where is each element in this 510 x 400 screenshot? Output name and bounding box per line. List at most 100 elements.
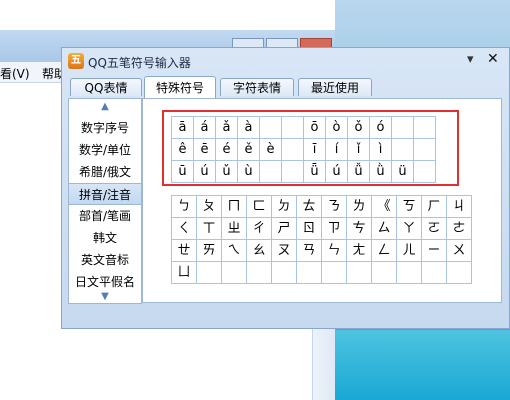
symbol-cell[interactable]: ㄧ bbox=[422, 240, 447, 262]
symbol-cell[interactable]: ㄩ bbox=[172, 262, 197, 284]
symbol-cell[interactable]: ㄖ bbox=[297, 218, 322, 240]
symbol-cell[interactable]: ㄣ bbox=[322, 240, 347, 262]
symbol-cell[interactable]: ī bbox=[304, 139, 326, 161]
symbol-cell[interactable]: ǜ bbox=[370, 161, 392, 183]
symbol-cell[interactable]: ó bbox=[370, 117, 392, 139]
symbol-cell[interactable]: ㄈ bbox=[247, 196, 272, 218]
symbol-cell[interactable]: ㄤ bbox=[347, 240, 372, 262]
symbol-cell[interactable] bbox=[197, 262, 222, 284]
symbol-cell[interactable]: ㄟ bbox=[222, 240, 247, 262]
symbol-cell[interactable]: ǒ bbox=[348, 117, 370, 139]
dialog-titlebar[interactable]: 五 QQ五笔符号输入器 ▾ ✕ bbox=[62, 48, 509, 74]
symbol-cell[interactable]: ú bbox=[326, 161, 348, 183]
symbol-cell[interactable]: à bbox=[238, 117, 260, 139]
symbol-cell[interactable] bbox=[397, 262, 422, 284]
symbol-cell[interactable]: ì bbox=[370, 139, 392, 161]
tab-qq-emoji[interactable]: QQ表情 bbox=[70, 78, 142, 96]
symbol-cell[interactable] bbox=[347, 262, 372, 284]
symbol-cell[interactable] bbox=[260, 161, 282, 183]
symbol-cell[interactable] bbox=[282, 139, 304, 161]
symbol-cell[interactable]: í bbox=[326, 139, 348, 161]
symbol-cell[interactable] bbox=[260, 117, 282, 139]
symbol-cell[interactable]: ㄉ bbox=[272, 196, 297, 218]
symbol-cell[interactable] bbox=[392, 117, 414, 139]
symbol-cell[interactable] bbox=[297, 262, 322, 284]
symbol-cell[interactable]: ㄎ bbox=[397, 196, 422, 218]
symbol-cell[interactable]: ㄅ bbox=[172, 196, 197, 218]
category-item[interactable]: 日文平假名 bbox=[69, 271, 141, 293]
symbol-cell[interactable]: ㄜ bbox=[447, 218, 472, 240]
symbol-cell[interactable]: ㄕ bbox=[272, 218, 297, 240]
scroll-down-icon[interactable]: ▼ bbox=[69, 291, 141, 302]
symbol-cell[interactable] bbox=[222, 262, 247, 284]
symbol-cell[interactable]: ㄇ bbox=[222, 196, 247, 218]
symbol-cell[interactable]: ǖ bbox=[304, 161, 326, 183]
symbol-cell[interactable] bbox=[282, 117, 304, 139]
symbol-cell[interactable]: ㄐ bbox=[447, 196, 472, 218]
symbol-cell[interactable]: ㄔ bbox=[247, 218, 272, 240]
symbol-cell[interactable]: ㄙ bbox=[372, 218, 397, 240]
category-item[interactable]: 数字序号 bbox=[69, 117, 141, 139]
symbol-cell[interactable] bbox=[322, 262, 347, 284]
symbol-cell[interactable]: ㄦ bbox=[397, 240, 422, 262]
symbol-cell[interactable]: ㄏ bbox=[422, 196, 447, 218]
symbol-cell[interactable] bbox=[272, 262, 297, 284]
symbol-cell[interactable]: ㄛ bbox=[422, 218, 447, 240]
symbol-cell[interactable] bbox=[414, 161, 436, 183]
symbol-cell[interactable]: ㄡ bbox=[272, 240, 297, 262]
symbol-cell[interactable]: ǔ bbox=[216, 161, 238, 183]
symbol-cell[interactable]: ㄞ bbox=[197, 240, 222, 262]
pin-icon[interactable]: ▾ bbox=[467, 52, 474, 67]
symbol-cell[interactable]: 《 bbox=[372, 196, 397, 218]
symbol-cell[interactable] bbox=[392, 139, 414, 161]
symbol-cell[interactable]: ㄝ bbox=[172, 240, 197, 262]
symbol-cell[interactable] bbox=[414, 139, 436, 161]
symbol-cell[interactable]: ㄚ bbox=[397, 218, 422, 240]
tab-special-symbols[interactable]: 特殊符号 bbox=[144, 76, 216, 98]
category-item[interactable]: 希腊/俄文 bbox=[69, 161, 141, 183]
tab-recent[interactable]: 最近使用 bbox=[298, 78, 372, 96]
category-item[interactable]: 数学/单位 bbox=[69, 139, 141, 161]
symbol-cell[interactable] bbox=[247, 262, 272, 284]
symbol-cell[interactable]: ㄢ bbox=[297, 240, 322, 262]
tab-char-emoticons[interactable]: 字符表情 bbox=[220, 78, 294, 96]
symbol-cell[interactable]: é bbox=[216, 139, 238, 161]
symbol-cell[interactable]: ō bbox=[304, 117, 326, 139]
symbol-cell[interactable]: ㄨ bbox=[447, 240, 472, 262]
symbol-cell[interactable]: ě bbox=[238, 139, 260, 161]
symbol-cell[interactable]: ㄥ bbox=[372, 240, 397, 262]
symbol-cell[interactable]: ê bbox=[172, 139, 194, 161]
scroll-up-icon[interactable]: ▲ bbox=[69, 101, 141, 112]
symbol-cell[interactable] bbox=[414, 117, 436, 139]
symbol-cell[interactable]: ǐ bbox=[348, 139, 370, 161]
category-item[interactable]: 英文音标 bbox=[69, 249, 141, 271]
symbol-cell[interactable]: ā bbox=[172, 117, 194, 139]
symbol-cell[interactable]: ü bbox=[392, 161, 414, 183]
symbol-cell[interactable]: ㄊ bbox=[297, 196, 322, 218]
symbol-cell[interactable]: ㄘ bbox=[347, 218, 372, 240]
symbol-cell[interactable] bbox=[422, 262, 447, 284]
symbol-cell[interactable]: ù bbox=[238, 161, 260, 183]
symbol-cell[interactable] bbox=[447, 262, 472, 284]
symbol-cell[interactable]: ū bbox=[172, 161, 194, 183]
symbol-cell[interactable]: ㄌ bbox=[347, 196, 372, 218]
menu-view[interactable]: 看(V) bbox=[0, 65, 30, 82]
symbol-cell[interactable]: ㄗ bbox=[322, 218, 347, 240]
symbol-cell[interactable]: ㄓ bbox=[222, 218, 247, 240]
symbol-cell[interactable]: ǎ bbox=[216, 117, 238, 139]
category-item[interactable]: 部首/笔画 bbox=[69, 205, 141, 227]
symbol-cell[interactable]: ē bbox=[194, 139, 216, 161]
category-item[interactable]: 韩文 bbox=[69, 227, 141, 249]
symbol-cell[interactable]: ㄠ bbox=[247, 240, 272, 262]
symbol-cell[interactable]: ò bbox=[326, 117, 348, 139]
symbol-cell[interactable]: è bbox=[260, 139, 282, 161]
symbol-cell[interactable]: ㄆ bbox=[197, 196, 222, 218]
symbol-cell[interactable]: ǚ bbox=[348, 161, 370, 183]
symbol-cell[interactable]: ㄋ bbox=[322, 196, 347, 218]
symbol-cell[interactable]: ú bbox=[194, 161, 216, 183]
category-item-selected[interactable]: 拼音/注音 bbox=[69, 183, 141, 205]
symbol-cell[interactable]: á bbox=[194, 117, 216, 139]
symbol-cell[interactable] bbox=[372, 262, 397, 284]
symbol-cell[interactable]: ㄒ bbox=[197, 218, 222, 240]
close-icon[interactable]: ✕ bbox=[487, 51, 499, 67]
